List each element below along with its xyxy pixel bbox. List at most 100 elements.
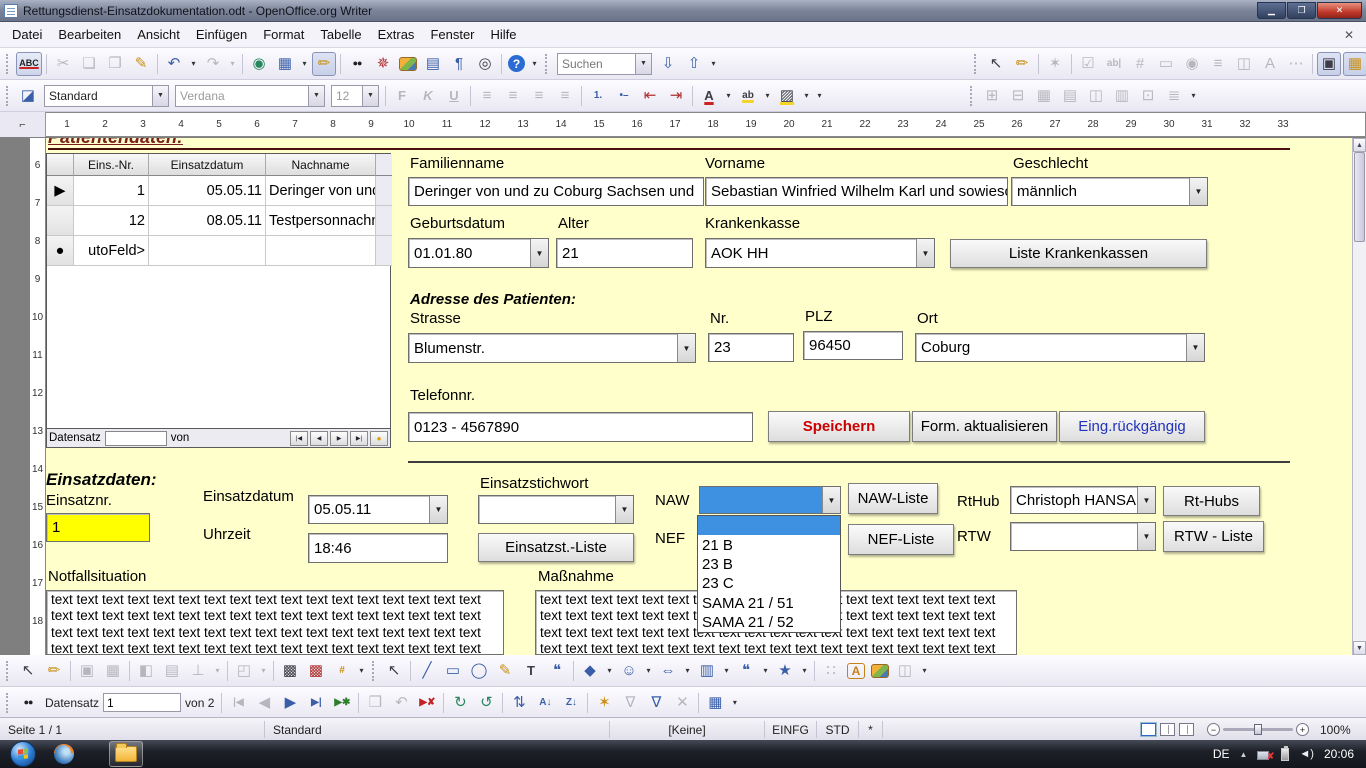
toolbar-more-icon[interactable]: ▾ xyxy=(729,691,740,715)
menu-item[interactable]: Extras xyxy=(370,23,423,46)
format-paintbrush-icon[interactable]: ✎ xyxy=(129,52,153,76)
menu-item[interactable]: Einfügen xyxy=(188,23,255,46)
spellcheck-icon[interactable]: ABC xyxy=(16,52,42,76)
find-next-icon[interactable]: ⇩ xyxy=(656,52,680,76)
block-arrows-dropdown-icon[interactable]: ▾ xyxy=(682,659,693,683)
toolbar-more-icon[interactable]: ▾ xyxy=(1188,84,1199,108)
strasse-combo[interactable]: Blumenstr.▼ xyxy=(408,333,696,363)
toolbar-more-icon[interactable]: ▾ xyxy=(919,659,930,683)
cell-nachname[interactable] xyxy=(266,236,376,266)
menu-item[interactable]: Datei xyxy=(4,23,50,46)
toolbar-grip[interactable] xyxy=(6,693,11,713)
nonprinting-icon[interactable]: ¶ xyxy=(447,52,471,76)
chevron-down-icon[interactable]: ▼ xyxy=(1189,178,1207,205)
close-button[interactable]: ✕ xyxy=(1317,2,1362,19)
geburtsdatum-combo[interactable]: 01.01.80▼ xyxy=(408,238,549,268)
guides-when-moving-icon[interactable]: # xyxy=(330,659,354,683)
naw-liste-button[interactable]: NAW-Liste xyxy=(848,483,938,514)
snap-to-grid-icon[interactable]: ▩ xyxy=(304,659,328,683)
design-mode-icon[interactable]: ✏ xyxy=(1010,52,1034,76)
chevron-down-icon[interactable]: ▼ xyxy=(677,334,695,362)
toolbar-grip[interactable] xyxy=(545,54,550,74)
battery-icon[interactable] xyxy=(1281,748,1289,761)
vertical-ruler[interactable]: 6789101112131415161718 xyxy=(30,138,46,655)
hyperlink-icon[interactable]: ◉ xyxy=(247,52,271,76)
horizontal-ruler[interactable]: 1234567891011121314151617181920212223242… xyxy=(46,112,1366,137)
dropdown-option[interactable]: 21 B xyxy=(698,535,840,554)
grid-column-header[interactable]: Einsatzdatum xyxy=(149,154,266,176)
menu-item[interactable]: Ansicht xyxy=(129,23,188,46)
cell-nachname[interactable]: Testpersonnachname xyxy=(266,206,376,236)
naw-combo[interactable]: ▼ xyxy=(699,486,841,514)
cell-einsnr[interactable]: utoFeld> xyxy=(74,236,149,266)
find-previous-icon[interactable]: ⇧ xyxy=(682,52,706,76)
toolbar-grip[interactable] xyxy=(6,661,11,681)
dropdown-option[interactable]: 23 C xyxy=(698,574,840,593)
undo-icon[interactable]: ↶ xyxy=(162,52,186,76)
form-navigator-icon[interactable]: ▦ xyxy=(1343,52,1366,76)
data-source-as-table-icon[interactable]: ▦ xyxy=(703,691,727,715)
menu-item[interactable]: Format xyxy=(255,23,312,46)
from-file-icon[interactable] xyxy=(871,664,889,678)
krankenkasse-combo[interactable]: AOK HH▼ xyxy=(705,238,935,268)
help-icon[interactable]: ? xyxy=(508,55,525,72)
nef-liste-button[interactable]: NEF-Liste xyxy=(848,524,954,555)
scrollbar-thumb[interactable] xyxy=(1354,152,1365,242)
grid-scrollbar[interactable] xyxy=(376,176,392,206)
block-arrows-icon[interactable]: ⇔ xyxy=(656,659,680,683)
cell-einsnr[interactable]: 12 xyxy=(74,206,149,236)
flowchart-icon[interactable]: ▥ xyxy=(695,659,719,683)
menu-item[interactable]: Hilfe xyxy=(483,23,525,46)
autofilter-icon[interactable]: ✶ xyxy=(592,691,616,715)
table-row[interactable]: ▶ 1 05.05.11 Deringer von und zu xyxy=(47,176,390,206)
highlight-icon[interactable]: ab xyxy=(736,84,760,108)
gallery-icon[interactable] xyxy=(399,57,417,71)
chevron-down-icon[interactable]: ▼ xyxy=(822,487,840,513)
callouts-icon[interactable]: ❝ xyxy=(734,659,758,683)
single-page-view-icon[interactable] xyxy=(1141,723,1156,736)
record-nav-button[interactable]: ▶ xyxy=(330,431,348,446)
grid-scrollbar[interactable] xyxy=(376,236,392,266)
background-color-icon[interactable]: ▨ xyxy=(775,84,799,108)
find-replace-icon[interactable]: ●● xyxy=(345,52,369,76)
design-mode-icon[interactable]: ✏ xyxy=(42,659,66,683)
rt-hubs-button[interactable]: Rt-Hubs xyxy=(1163,486,1260,516)
dropdown-option[interactable] xyxy=(698,516,840,535)
tray-expand-icon[interactable]: ▲ xyxy=(1239,750,1247,759)
styles-icon[interactable]: ◪ xyxy=(16,84,40,108)
select-icon[interactable]: ↖ xyxy=(382,659,406,683)
toolbar-more-icon[interactable]: ▾ xyxy=(814,84,825,108)
ort-combo[interactable]: Coburg▼ xyxy=(915,333,1205,362)
toolbar-grip[interactable] xyxy=(372,661,377,681)
telefon-field[interactable]: 0123 - 4567890 xyxy=(408,412,753,442)
taskbar-explorer-button[interactable] xyxy=(109,741,143,767)
table-row[interactable]: 12 08.05.11 Testpersonnachname xyxy=(47,206,390,236)
sort-ascending-icon[interactable]: A↓ xyxy=(533,691,557,715)
chevron-down-icon[interactable]: ▼ xyxy=(429,496,447,523)
zoom-out-icon[interactable]: − xyxy=(1207,723,1220,736)
basic-shapes-icon[interactable]: ◆ xyxy=(578,659,602,683)
minimize-button[interactable]: ▁ xyxy=(1257,2,1286,19)
record-number-input[interactable] xyxy=(105,431,167,446)
toolbar-more-icon[interactable]: ▾ xyxy=(708,52,719,76)
numbered-list-icon[interactable]: 1. xyxy=(586,84,610,108)
form-aktualisieren-button[interactable]: Form. aktualisieren xyxy=(912,411,1057,442)
chevron-down-icon[interactable]: ▼ xyxy=(530,239,548,267)
toolbar-grip[interactable] xyxy=(6,86,11,106)
volume-icon[interactable]: ◄) xyxy=(1299,748,1314,760)
chevron-down-icon[interactable]: ▼ xyxy=(916,239,934,267)
new-record-icon[interactable]: ▶✱ xyxy=(330,691,354,715)
uhrzeit-field[interactable]: 18:46 xyxy=(308,533,448,563)
record-nav-button[interactable]: |◀ xyxy=(290,431,308,446)
table-row[interactable]: ● utoFeld> xyxy=(47,236,390,266)
zoom-in-icon[interactable]: + xyxy=(1296,723,1309,736)
sort-descending-icon[interactable]: Z↓ xyxy=(559,691,583,715)
scroll-down-icon[interactable]: ▼ xyxy=(1353,641,1366,655)
chevron-down-icon[interactable]: ▼ xyxy=(1186,334,1204,361)
record-number-input[interactable] xyxy=(103,693,181,712)
menu-item[interactable]: Bearbeiten xyxy=(50,23,129,46)
stars-icon[interactable]: ★ xyxy=(773,659,797,683)
refresh-icon[interactable]: ↻ xyxy=(448,691,472,715)
fontwork-icon[interactable]: A xyxy=(847,663,865,679)
ellipse-icon[interactable]: ◯ xyxy=(467,659,491,683)
